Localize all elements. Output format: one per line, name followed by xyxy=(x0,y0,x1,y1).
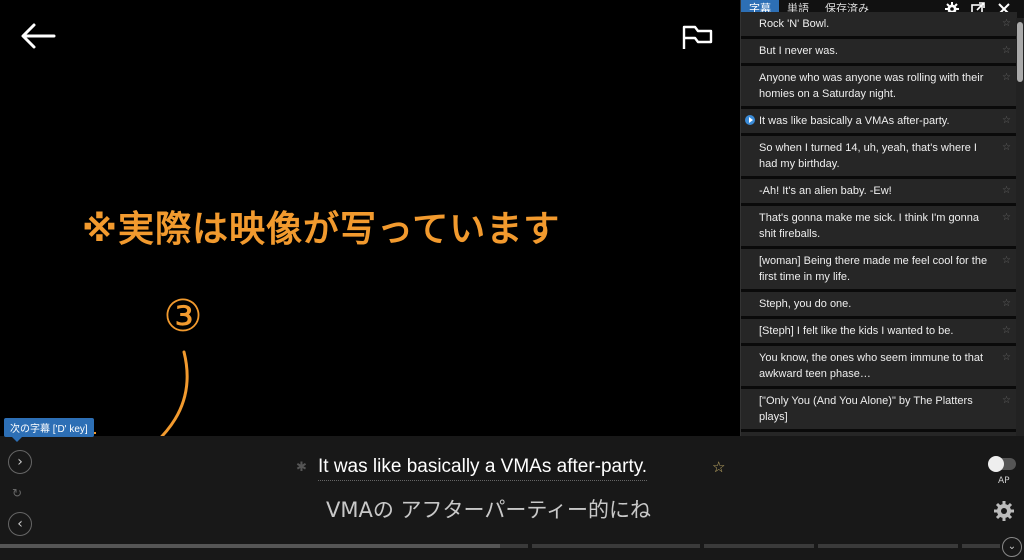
save-star-icon[interactable]: ☆ xyxy=(1002,296,1011,312)
subtitle-row-text: -Ah! It's an alien baby. -Ew! xyxy=(759,185,892,197)
subtitle-row-text: [Steph] I felt like the kids I wanted to… xyxy=(759,325,954,337)
report-flag-icon[interactable] xyxy=(680,24,714,50)
subtitle-row[interactable]: You know, the ones who seem immune to th… xyxy=(741,346,1017,389)
subtitle-row[interactable]: That's gonna make me sick. I think I'm g… xyxy=(741,206,1017,249)
player-settings-gear-icon[interactable] xyxy=(993,500,1015,522)
save-star-icon[interactable]: ☆ xyxy=(1002,183,1011,199)
subtitle-row[interactable]: Anyone who was anyone was rolling with t… xyxy=(741,66,1017,109)
progress-played xyxy=(0,544,500,548)
save-star-icon[interactable]: ☆ xyxy=(1002,140,1011,156)
scroll-thumb[interactable] xyxy=(1017,22,1023,82)
video-area[interactable]: ※実際は映像が写っています ③ xyxy=(0,0,740,436)
prev-subtitle-button[interactable]: ‹ xyxy=(8,512,32,536)
subtitle-row[interactable]: Steph, you do one. ☆ xyxy=(741,292,1017,319)
save-star-icon[interactable]: ☆ xyxy=(1002,323,1011,339)
save-star-icon[interactable]: ☆ xyxy=(712,458,725,476)
save-star-icon[interactable]: ☆ xyxy=(1002,16,1011,32)
autopause-label: AP xyxy=(998,476,1010,486)
subtitle-row-text: That's gonna make me sick. I think I'm g… xyxy=(759,212,980,240)
back-arrow-icon[interactable] xyxy=(20,22,56,50)
repeat-icon[interactable]: ↻ xyxy=(12,486,22,500)
subtitle-row-text: Rock 'N' Bowl. xyxy=(759,18,830,30)
subtitle-row[interactable]: -Ah! It's an alien baby. -Ew! ☆ xyxy=(741,179,1017,206)
autopause-toggle[interactable] xyxy=(988,456,1016,472)
progress-bar[interactable] xyxy=(0,544,1000,550)
subtitle-row[interactable]: Rock 'N' Bowl. ☆ xyxy=(741,12,1017,39)
save-star-icon[interactable]: ☆ xyxy=(1002,43,1011,59)
subtitle-row-text: It was like basically a VMAs after-party… xyxy=(759,115,950,127)
subtitle-row[interactable]: [Steph] I felt like the kids I wanted to… xyxy=(741,319,1017,346)
panel-scrollbar[interactable] xyxy=(1016,18,1024,436)
subtitle-row[interactable]: It was like basically a VMAs after-party… xyxy=(741,109,1017,136)
subtitle-japanese[interactable]: VMAの アフターパーティー的にね xyxy=(326,494,651,524)
subtitle-row-text: [woman] Being there made me feel cool fo… xyxy=(759,255,988,283)
next-subtitle-button[interactable]: › xyxy=(8,450,32,474)
save-star-icon[interactable]: ☆ xyxy=(1002,70,1011,86)
annotation-note: ※実際は映像が写っています xyxy=(82,209,561,250)
subtitle-english[interactable]: It was like basically a VMAs after-party… xyxy=(318,456,648,481)
subtitle-row[interactable]: ["Only You (And You Alone)" by The Platt… xyxy=(741,389,1017,432)
subtitle-panel: 字幕 単語 保存済み Rock 'N' Bowl. ☆ But I never wa… xyxy=(740,0,1024,436)
next-subtitle-tooltip: 次の字幕 ['D' key] xyxy=(4,418,94,442)
subtitle-row[interactable]: [woman] Being there made me feel cool fo… xyxy=(741,249,1017,292)
collapse-down-button[interactable]: ⌄ xyxy=(1002,537,1022,557)
gear-small-icon: ✱ xyxy=(296,460,307,475)
subtitle-row[interactable]: But I never was. ☆ xyxy=(741,39,1017,66)
save-star-icon[interactable]: ☆ xyxy=(1002,350,1011,366)
save-star-icon[interactable]: ☆ xyxy=(1002,253,1011,269)
step-marker: ③ xyxy=(163,291,203,342)
save-star-icon[interactable]: ☆ xyxy=(1002,393,1011,409)
save-star-icon[interactable]: ☆ xyxy=(1002,113,1011,129)
subtitle-row-text: Steph, you do one. xyxy=(759,298,852,310)
subtitle-row-text: You know, the ones who seem immune to th… xyxy=(759,352,984,380)
subtitle-row-text: So when I turned 14, uh, yeah, that's wh… xyxy=(759,142,977,170)
subtitle-row-text: But I never was. xyxy=(759,45,838,57)
save-star-icon[interactable]: ☆ xyxy=(1002,210,1011,226)
subtitle-list: Rock 'N' Bowl. ☆ But I never was. ☆ Anyone w… xyxy=(741,12,1017,436)
subtitle-row-text: ["Only You (And You Alone)" by The Platt… xyxy=(759,395,973,423)
subtitle-row[interactable]: So when I turned 14, uh, yeah, that's wh… xyxy=(741,136,1017,179)
subtitle-row-text: Anyone who was anyone was rolling with t… xyxy=(759,72,984,100)
current-play-icon xyxy=(745,115,755,125)
